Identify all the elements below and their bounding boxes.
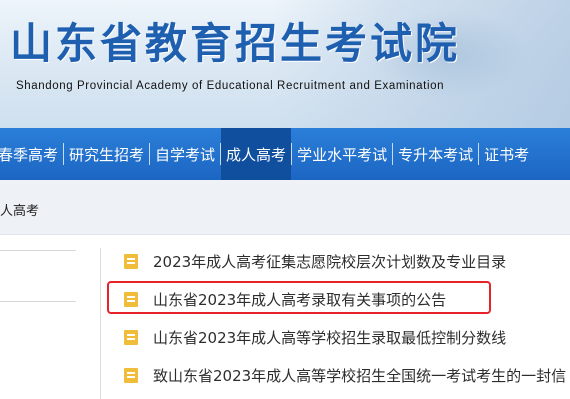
news-link[interactable]: 致山东省2023年成人高等学校招生全国统一考试考生的一封信 (153, 365, 566, 386)
breadcrumb-current[interactable]: 人高考 (0, 200, 39, 219)
breadcrumb-bar: 人高考 (0, 180, 570, 235)
content-divider (100, 248, 101, 399)
list-item[interactable]: 山东省2023年成人高等学校招生录取最低控制分数线 (124, 318, 570, 356)
site-header: 山东省教育招生考试院 Shandong Provincial Academy o… (0, 0, 570, 128)
document-icon (124, 253, 138, 269)
sidebar-divider (0, 250, 76, 251)
nav-item-graduate-exam[interactable]: 研究生招考 (64, 128, 149, 180)
document-icon (124, 291, 138, 307)
list-item[interactable]: 2023年成人高考征集志愿院校层次计划数及专业目录 (124, 242, 570, 280)
site-title[interactable]: 山东省教育招生考试院 (10, 10, 460, 71)
sidebar-divider (0, 301, 76, 302)
nav-item-upgrade-bachelor-exam[interactable]: 专升本考试 (393, 128, 478, 180)
left-sidebar (0, 234, 86, 399)
list-item[interactable]: 致山东省2023年成人高等学校招生全国统一考试考生的一封信 (124, 356, 570, 394)
list-item[interactable]: 山东省2023年成人高考录取有关事项的公告 (124, 280, 570, 318)
nav-item-adult-gaokao[interactable]: 成人高考 (221, 128, 292, 180)
news-list: 2023年成人高考征集志愿院校层次计划数及专业目录 山东省2023年成人高考录取… (124, 242, 570, 394)
document-icon (124, 329, 138, 345)
news-link[interactable]: 2023年成人高考征集志愿院校层次计划数及专业目录 (153, 251, 506, 272)
site-subtitle: Shandong Provincial Academy of Education… (16, 80, 445, 92)
news-link[interactable]: 山东省2023年成人高考录取有关事项的公告 (153, 289, 446, 310)
document-icon (124, 367, 138, 383)
nav-item-self-study-exam[interactable]: 自学考试 (150, 128, 220, 180)
nav-item-academic-proficiency-test[interactable]: 学业水平考试 (292, 128, 392, 180)
main-nav: 春季高考 研究生招考 自学考试 成人高考 学业水平考试 专升本考试 证书考 (0, 128, 570, 180)
nav-item-spring-gaokao[interactable]: 春季高考 (0, 128, 63, 180)
news-link[interactable]: 山东省2023年成人高等学校招生录取最低控制分数线 (153, 327, 506, 348)
nav-item-certificate-exam[interactable]: 证书考 (479, 128, 534, 180)
